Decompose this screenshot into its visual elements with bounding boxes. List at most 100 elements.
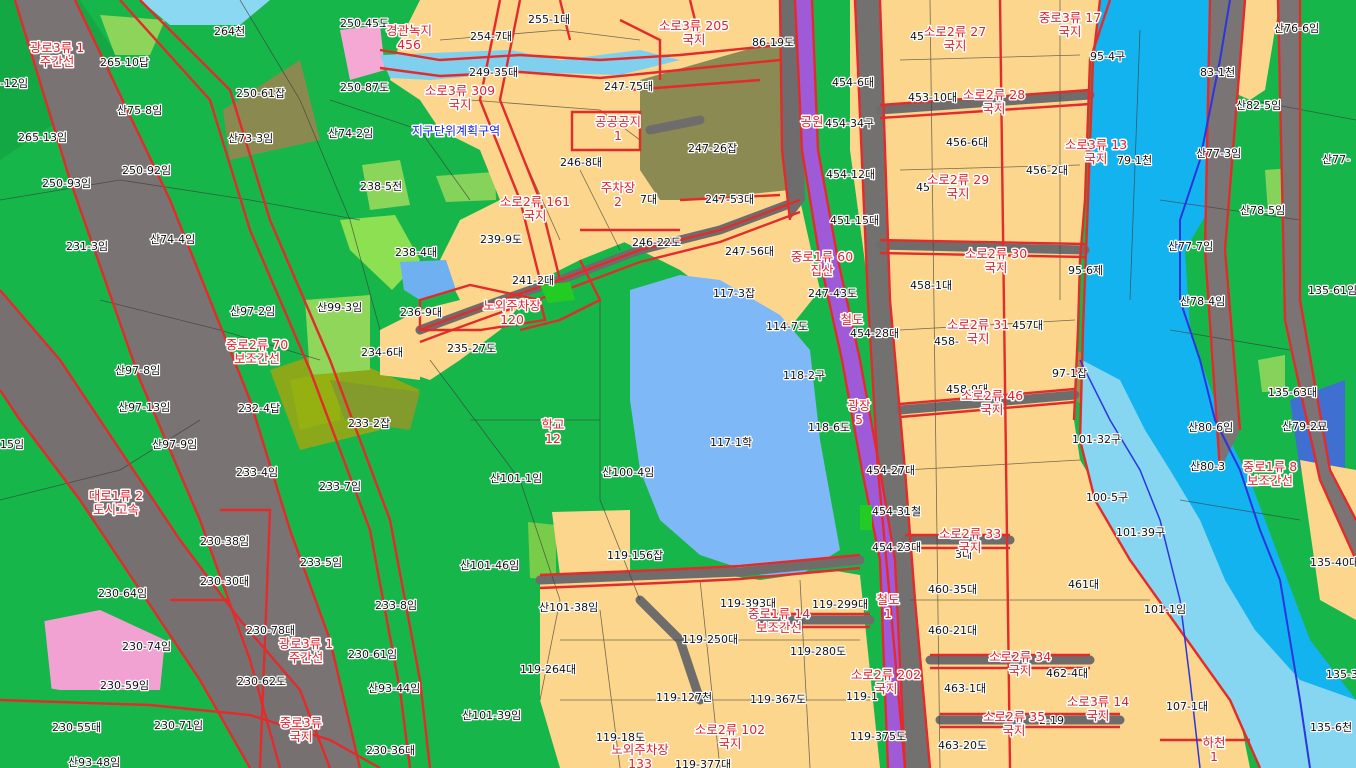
parcel-label: 산78-4임 [1180,295,1225,308]
road-label: 소로2류 46국지 [959,387,1024,419]
parcel-label: 233-8임 [375,599,417,612]
parcel-label: 230-38임 [200,535,249,548]
parcel-label: 119-299대 [812,598,868,611]
road-label-class: 133 [628,756,652,768]
parcel-label: 451-15대 [830,214,879,227]
parcel-label: 산101-39임 [462,709,521,722]
road-label-name: 중로3류 17 [1039,10,1101,25]
parcel-label: 산79-2묘 [1282,420,1327,433]
parcel-label: 458- [934,335,959,348]
parcel-label: 119-156잡 [607,549,663,562]
road-label: 소로3류 309국지 [423,82,496,114]
road-label-name: 소로2류 102 [695,722,765,737]
parcel-label: 247-43도 [808,287,857,300]
parcel-label: 117-1학 [710,436,752,449]
road-label-class: 국지 [982,101,1005,116]
road-label-class: 국지 [980,402,1003,417]
road-label: 소로2류 35국지 [981,708,1046,740]
parcel-label: 7대 [640,193,657,206]
parcel-label: 산75-8임 [117,104,162,117]
road-label: 중로2류 70보조간선 [224,336,289,368]
road-label: 소로2류 102국지 [693,721,766,753]
road-label: 노외주차장120 [482,297,543,329]
road-label-name: 소로2류 29 [927,172,989,187]
parcel-label: 산97-9임 [152,438,197,451]
road-label-name: 철도 [840,312,863,327]
parcel-label: 454-6대 [832,76,874,89]
parcel-label: 454-27대 [866,464,915,477]
parcel-label: 135-63대 [1268,386,1317,399]
parcel-label: 101-39구 [1116,526,1165,539]
parcel-label: 233-2잡 [348,417,390,430]
parcel-label: 456-6대 [946,136,988,149]
road-label-name: 광로3류 1 [30,40,84,55]
road-label-name: 하천 [1202,735,1225,750]
parcel-label: 79-1천 [1117,153,1152,167]
parcel-label: 83-1천 [1200,65,1235,79]
parcel-label: 산80-3 [1190,460,1225,473]
parcel-label: 247-53대 [705,193,754,206]
road-label-class: 120 [500,312,524,327]
parcel-label: 264천 [214,24,245,38]
parcel-label: 230-55대 [52,721,101,734]
road-label: 소로3류 205국지 [657,17,730,49]
road-label: 광장5 [846,397,873,429]
parcel-label: 산93-48임 [68,756,120,768]
road-label: 철도1 [875,591,901,623]
parcel-label: 산77-7임 [1168,240,1213,253]
parcel-label: 254-7대 [470,30,512,43]
road-label-class: 국지 [874,681,897,696]
parcel-label: 454-23대 [872,541,921,554]
road-label: 하천1 [1201,734,1227,766]
road-label-class: 국지 [984,260,1007,275]
road-label-name: 소로2류 161 [500,194,570,209]
road-label: 학교12 [540,416,566,448]
road-labels: 광로3류 1주간선경관녹지456소로3류 205국지중로3류 17국지소로2류 … [28,9,1298,768]
parcel-label: 247-75대 [604,80,653,93]
parcel-label: 250-92임 [122,164,171,177]
parcel-label: 246-22도 [632,236,681,249]
road-label: 경관녹지456 [384,22,433,54]
parcel-label: 460-21대 [928,624,977,637]
road-label: 광로3류 1주간선 [28,39,85,71]
parcel-label: 119-127천 [656,690,712,704]
district-label: 지구단위계획구역 [412,124,500,138]
parcel-label: 119-377대 [675,758,731,768]
parcel-label: 101-1임 [1144,603,1186,616]
road-label-class: 1 [614,128,622,143]
parcel-label: 247-26잡 [688,142,737,155]
road-label-class: 보조간선 [756,620,802,635]
parcel-label: 236-9대 [400,306,442,319]
parcel-label: 230-62도 [237,675,286,688]
parcel-label: 238-5전 [360,180,402,193]
parcel-label: 114-7도 [766,320,808,333]
parcel-label: 산73-3임 [228,132,273,145]
parcel-label: 산82-5임 [1236,99,1281,112]
label-layer: 264천 265-10답 250-61잡 -12임산75-8임산73-3임 산74-2임… [0,9,1356,768]
road-label-class: 국지 [958,540,981,555]
parcel-label: 250-93임 [42,177,91,190]
parcel-label: 462-4대 [1046,667,1088,680]
parcel-label: 산77- [1322,153,1350,166]
map-viewport[interactable]: 264천 265-10답 250-61잡 -12임 산75-8임 산73-3임 산74-2임… [0,0,1356,768]
road-label-name: 학교 [541,417,564,432]
parcel-label: 95-4구 [1090,50,1125,63]
parcel-label: 119-375도 [850,730,906,743]
parcel-label: 산78-5임 [1240,204,1285,217]
parcel-label: 119-250대 [682,633,738,646]
road-label-name: 중로1류 14 [748,606,810,621]
parcel-label: 산80-6임 [1188,421,1233,434]
parcel-label: 산101-38임 [539,601,598,614]
parcel-label: 250-61잡 [236,87,285,100]
parcel-label: 산93-44임 [368,682,420,695]
road-label: 주차장2 [599,179,637,211]
road-label-class: 국지 [943,38,966,53]
road-label-class: 국지 [1086,708,1109,723]
parcel-label: 118-2구 [783,369,825,382]
road-label-name: 주차장 [601,180,636,195]
parcel-label: 241-2대 [512,274,554,287]
parcel-label: 230-71임 [154,719,203,732]
parcel-label: 454-34구 [825,117,874,130]
road-label-class: 국지 [718,736,741,751]
road-label-class: 도시고속 [93,502,139,517]
